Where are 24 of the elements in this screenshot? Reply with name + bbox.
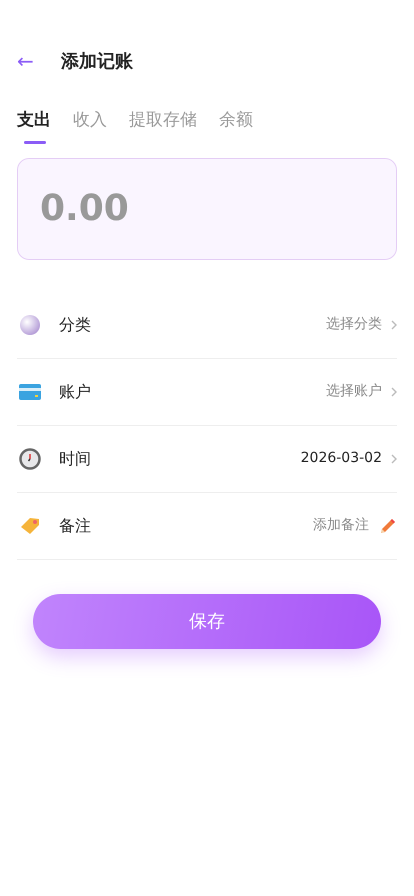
sphere-icon — [19, 314, 41, 336]
field-label: 时间 — [59, 448, 91, 470]
field-label: 分类 — [59, 314, 91, 336]
chevron-icon — [391, 386, 397, 396]
amount-field[interactable]: 0.00 — [17, 158, 397, 260]
chevron-icon — [391, 454, 397, 464]
tab[interactable]: 余额 — [219, 108, 253, 144]
tab[interactable]: 提取存储 — [129, 108, 197, 144]
card-icon — [19, 384, 41, 400]
save-button[interactable]: 保存 — [33, 594, 381, 648]
back-button[interactable]: ← — [17, 46, 49, 76]
chevron-icon — [391, 320, 397, 330]
field-value[interactable]: 2026-03-02 — [300, 448, 382, 469]
field-placeholder[interactable]: 添加备注 — [313, 515, 369, 536]
field-label: 备注 — [59, 514, 91, 536]
pencil-icon[interactable] — [379, 516, 397, 534]
field-placeholder[interactable]: 选择账户 — [326, 381, 382, 402]
field-placeholder[interactable]: 选择分类 — [326, 314, 382, 335]
clock-icon — [19, 448, 41, 470]
field-label: 账户 — [59, 380, 91, 402]
tab[interactable]: 收入 — [73, 108, 107, 144]
tab[interactable]: 支出 — [17, 108, 51, 144]
tag-icon — [19, 516, 41, 536]
page-title: 添加记账 — [61, 50, 133, 74]
